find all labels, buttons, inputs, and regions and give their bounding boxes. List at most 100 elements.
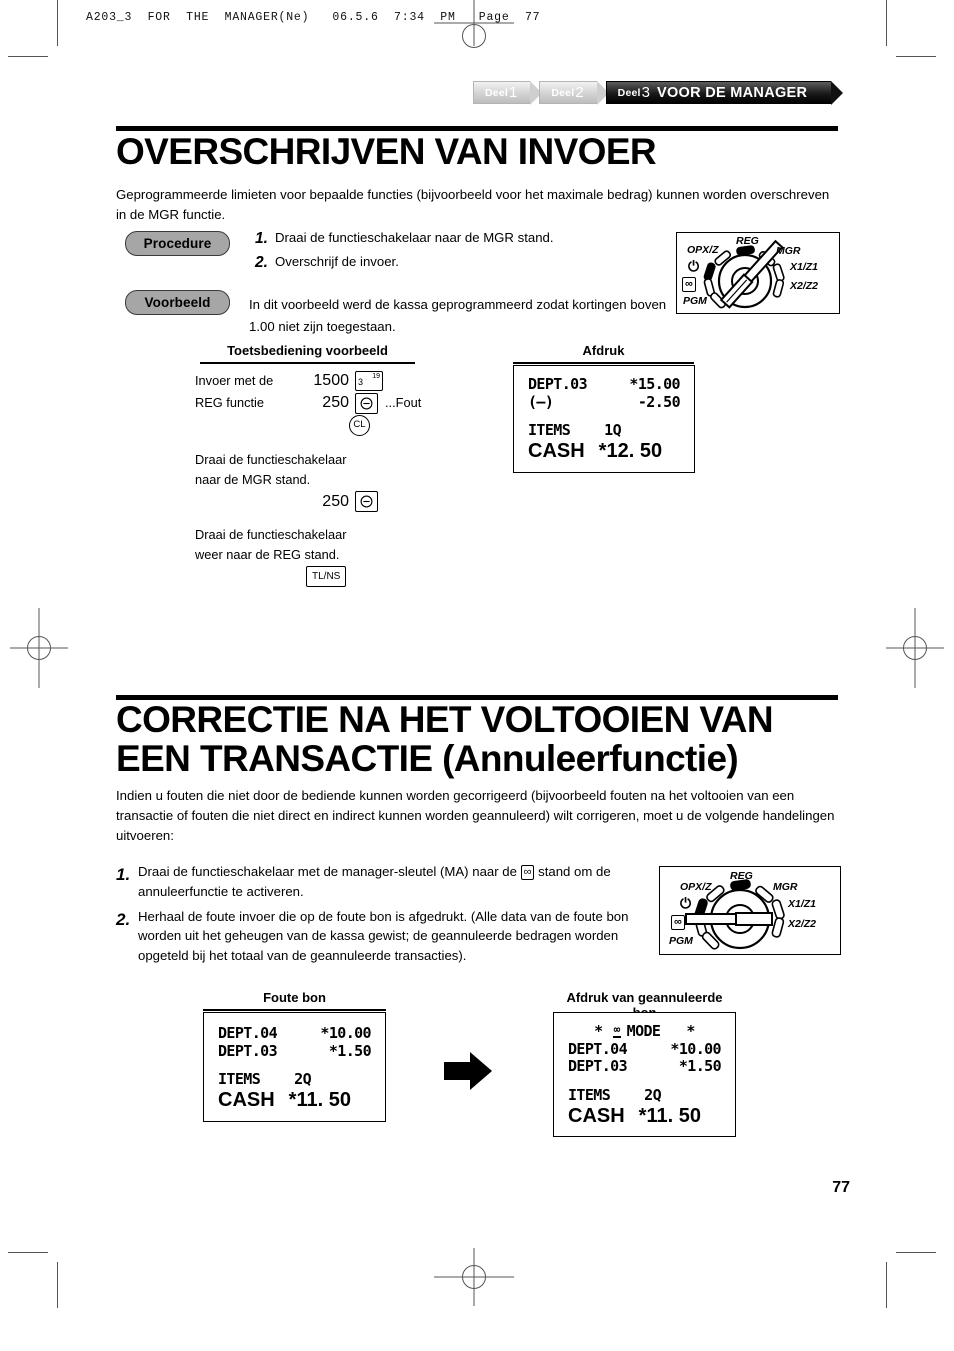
- section1-step-2: 2. Overschrijf de invoer.: [255, 252, 655, 274]
- mode-dial-void-label-mgr: MGR: [773, 881, 798, 893]
- keystroke-example-block: Invoer met de 1500 3 19 REG functie 250 …: [195, 370, 495, 588]
- dept-key-number: 3: [358, 376, 364, 387]
- crop-mark-bottom-left-horizontal: [8, 1252, 48, 1253]
- printout1-line-2-right: -2.50: [637, 392, 681, 411]
- keystroke-row-2-note: ...Fout: [385, 395, 422, 411]
- printout3-line-1-left: DEPT.04: [568, 1039, 628, 1058]
- printout2-line-2: DEPT.03 *1.50: [218, 1041, 372, 1061]
- printout1-line-1-right: *15.00: [629, 375, 680, 393]
- keystroke-row-2-amount: 250: [322, 394, 349, 411]
- procedure-badge: Procedure: [125, 231, 230, 256]
- section2-step-1: 1. Draai de functieschakelaar met de man…: [116, 862, 646, 902]
- printout3-items-value: 2Q: [644, 1086, 662, 1105]
- keystroke-row-1-label: Invoer met de: [195, 373, 274, 389]
- printout1-items: ITEMS 1Q: [528, 422, 680, 440]
- section2-step-2-number: 2.: [116, 909, 131, 929]
- right-arrow-icon: [442, 1050, 494, 1097]
- mode-dial-diagram-void: REG OPX/Z MGR X1/Z1 X2/Z2 PGM ⏻ ∞: [659, 866, 841, 955]
- crop-mark-bottom-right-horizontal: [896, 1252, 936, 1253]
- voorbeeld-badge: Voorbeeld: [125, 290, 230, 315]
- printout2-items-value: 2Q: [294, 1070, 312, 1089]
- tl-ns-key-icon[interactable]: TL/NS: [306, 566, 347, 588]
- dept-key-superscript: 19: [372, 373, 380, 380]
- registration-mark-left: [10, 608, 68, 688]
- void-mode-icon-2: ∞: [671, 915, 685, 930]
- printout2-total-value: *11. 50: [288, 1089, 351, 1112]
- section2-title: CORRECTIE NA HET VOLTOOIEN VAN EEN TRANS…: [116, 699, 774, 780]
- keystroke-instruction-2: Draai de functieschakelaar weer naar de …: [195, 526, 347, 563]
- printout2-items-label: ITEMS: [218, 1070, 261, 1089]
- printout3-line-1: DEPT.04 *10.00: [568, 1039, 722, 1059]
- breadcrumb-tab-deel1-number: 1: [508, 84, 518, 101]
- printout3-items: ITEMS 2Q: [568, 1086, 721, 1105]
- crop-mark-top-left-vertical: [57, 0, 58, 46]
- registration-mark-bottom: [434, 1248, 514, 1306]
- mode-dial-mgr-label-opxz: OPX/Z: [687, 244, 719, 256]
- printout2-total: CASH *11. 50: [218, 1089, 371, 1112]
- printout3-line-1-right: *10.00: [670, 1039, 721, 1058]
- section2-step-1-text: Draai de functieschakelaar met de manage…: [138, 862, 646, 902]
- minus-key-icon[interactable]: [355, 392, 378, 414]
- keystroke-row-2-label: REG functie: [195, 395, 264, 411]
- section2-step-1-text-before: Draai de functieschakelaar met de manage…: [138, 864, 521, 879]
- breadcrumb-tab-deel2-number: 2: [575, 84, 584, 101]
- keystroke-row-4-amount: 250: [322, 492, 349, 510]
- section1-step-1: 1. Draai de functieschakelaar naar de MG…: [255, 228, 655, 250]
- section2-step-2-text: Herhaal de foute invoer die op de foute …: [138, 908, 629, 964]
- mode-dial-void-label-x2z2: X2/Z2: [788, 918, 817, 930]
- printout3-total-value: *11. 50: [638, 1104, 701, 1127]
- minus-circle-glyph: [360, 397, 373, 409]
- section1-step-1-text: Draai de functieschakelaar naar de MGR s…: [275, 230, 554, 245]
- printout3-mode-label: MODE: [626, 1022, 661, 1040]
- dept-key-3-icon[interactable]: 3 19: [355, 371, 383, 391]
- printout3-total: CASH *11. 50: [568, 1105, 721, 1128]
- printout3-mode-line: * ∞ MODE *: [568, 1022, 721, 1041]
- printout2-line-2-right: *1.50: [328, 1041, 372, 1060]
- power-icon-2: ⏻: [680, 895, 692, 911]
- crop-mark-bottom-left-vertical: [57, 1262, 58, 1308]
- mode-dial-void-label-reg: REG: [730, 870, 753, 882]
- section1-title: OVERSCHRIJVEN VAN INVOER: [116, 131, 657, 172]
- printout1-line-2: (—) -2.50: [528, 392, 681, 412]
- printout2-line-1-right: *10.00: [320, 1024, 371, 1042]
- keystroke-row-1-amount: 1500: [313, 372, 349, 389]
- section1-steps: 1. Draai de functieschakelaar naar de MG…: [255, 228, 655, 277]
- keystroke-instruction-1: Draai de functieschakelaar naar de MGR s…: [195, 452, 347, 488]
- printout3-total-label: CASH: [568, 1104, 625, 1127]
- mode-dial-void-label-x1z1: X1/Z1: [788, 898, 817, 910]
- printout1-line-1: DEPT.03 *15.00: [528, 375, 681, 394]
- section2-step-2: 2. Herhaal de foute invoer die op de fou…: [116, 907, 646, 966]
- printout1-items-label: ITEMS: [528, 421, 571, 440]
- printout1-total-label: CASH: [528, 440, 585, 463]
- minus-key-icon-2[interactable]: [355, 491, 378, 513]
- crop-mark-bottom-right-vertical: [886, 1262, 887, 1308]
- clear-key-icon[interactable]: CL: [349, 414, 370, 436]
- printout1-receipt: DEPT.03 *15.00 (—) -2.50 ITEMS 1Q CASH *…: [513, 365, 695, 473]
- printout3-line-2-left: DEPT.03: [568, 1057, 628, 1076]
- printout1-line-2-left: (—): [528, 392, 554, 411]
- breadcrumb-tab-deel3-title: VOOR DE MANAGER: [656, 84, 808, 101]
- printout2-line-2-left: DEPT.03: [218, 1041, 278, 1060]
- void-mode-icon-receipt: ∞: [612, 1023, 621, 1038]
- printout2-receipt: DEPT.04 *10.00 DEPT.03 *1.50 ITEMS 2Q CA…: [203, 1012, 386, 1122]
- section2-intro: Indien u fouten die niet door de bediend…: [116, 788, 835, 844]
- right-arrow-svg: [444, 1052, 492, 1090]
- keystroke-row-1: Invoer met de 1500 3 19: [195, 370, 495, 392]
- keystroke-row-4: 250: [195, 491, 495, 513]
- breadcrumb-tab-deel1[interactable]: Deel 1: [473, 81, 543, 105]
- printout3-receipt: * ∞ MODE * DEPT.04 *10.00 DEPT.03 *1.50 I…: [553, 1012, 736, 1137]
- breadcrumb-tab-deel2[interactable]: Deel 2: [539, 81, 610, 105]
- printout1-total-value: *12. 50: [598, 440, 663, 463]
- section1-intro: Geprogrammeerde limieten voor bepaalde f…: [116, 187, 830, 223]
- printout3-mode-suffix: *: [686, 1022, 695, 1040]
- keystroke-row-2: REG functie 250 ...Fout: [195, 392, 495, 414]
- printout1-total: CASH *12. 50: [528, 440, 680, 463]
- printout1-items-value: 1Q: [604, 421, 622, 440]
- document-header-text: A203_3 FOR THE MANAGER(Ne) 06.5.6 7:34 P…: [86, 11, 541, 24]
- mode-dial-void-label-pgm: PGM: [669, 935, 693, 947]
- mode-dial-void-label-opxz: OPX/Z: [680, 881, 712, 893]
- breadcrumb-tab-deel3[interactable]: Deel 3 VOOR DE MANAGER: [605, 81, 843, 105]
- printout2-items: ITEMS 2Q: [218, 1071, 371, 1089]
- printout1-caption: Afdruk: [513, 343, 694, 364]
- printout2-caption: Foute bon: [203, 990, 386, 1011]
